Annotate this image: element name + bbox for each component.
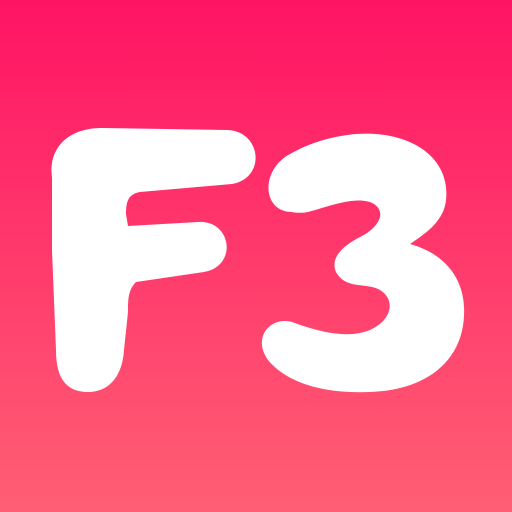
f3-logo bbox=[0, 0, 512, 512]
app-icon: F3 bbox=[0, 0, 512, 512]
